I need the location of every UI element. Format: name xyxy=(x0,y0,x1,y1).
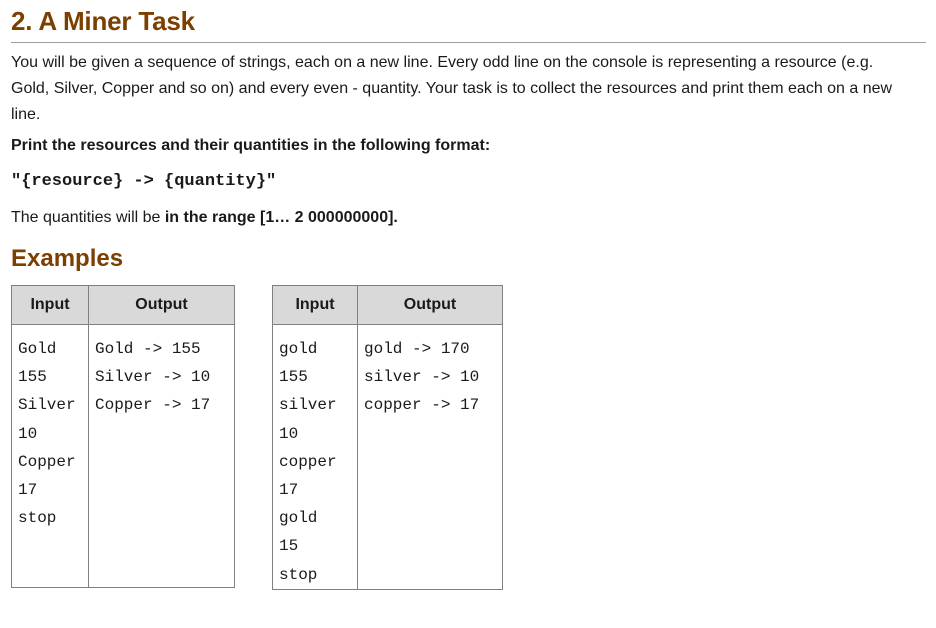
task-description: You will be given a sequence of strings,… xyxy=(11,54,893,123)
format-heading: Print the resources and their quantities… xyxy=(11,137,491,154)
input-line: stop xyxy=(279,565,318,584)
table-row: Gold 155 Silver 10 Copper 17 stop Gold -… xyxy=(11,324,235,588)
output-line: Gold -> 155 xyxy=(95,340,201,358)
output-cell: Gold -> 155 Silver -> 10 Copper -> 17 xyxy=(88,324,235,588)
title-divider xyxy=(11,42,926,43)
input-line: 15 xyxy=(279,537,299,556)
example-table-1: Input Output Gold 155 Silver 10 Copper 1… xyxy=(11,285,235,588)
input-line: copper xyxy=(279,452,337,471)
input-line: stop xyxy=(18,509,57,528)
input-line: gold xyxy=(279,509,318,528)
input-line: 17 xyxy=(18,481,38,500)
output-header: Output xyxy=(88,285,235,325)
input-line: Silver xyxy=(18,396,76,415)
output-cell: gold -> 170 silver -> 10 copper -> 17 xyxy=(357,324,503,590)
input-line: gold xyxy=(279,340,318,358)
output-line: copper -> 17 xyxy=(364,396,480,415)
output-line: Silver -> 10 xyxy=(95,368,211,387)
input-line: silver xyxy=(279,396,337,415)
output-header: Output xyxy=(357,285,503,325)
input-cell: gold 155 silver 10 copper 17 gold 15 sto… xyxy=(272,324,358,590)
input-line: 10 xyxy=(279,424,299,443)
task-title: 2. A Miner Task xyxy=(11,6,195,36)
input-line: 155 xyxy=(18,368,47,387)
input-header: Input xyxy=(272,285,358,325)
input-header: Input xyxy=(11,285,89,325)
input-line: 10 xyxy=(18,424,38,443)
output-line: gold -> 170 xyxy=(364,340,470,358)
output-line: silver -> 10 xyxy=(364,368,480,387)
example-table-2: Input Output gold 155 silver 10 copper 1… xyxy=(272,285,503,590)
format-template: "{resource} -> {quantity}" xyxy=(11,172,277,191)
examples-heading: Examples xyxy=(11,245,124,272)
output-line: Copper -> 17 xyxy=(95,396,211,415)
input-cell: Gold 155 Silver 10 Copper 17 stop xyxy=(11,324,89,588)
input-line: 155 xyxy=(279,368,308,387)
input-line: Gold xyxy=(18,340,57,358)
range-note: The quantities will be in the range [1… … xyxy=(11,209,398,227)
range-note-text: The quantities will be xyxy=(11,209,165,226)
input-line: 17 xyxy=(279,481,299,500)
table-row: gold 155 silver 10 copper 17 gold 15 sto… xyxy=(272,324,503,590)
range-note-bold: in the range [1… 2 000000000]. xyxy=(164,209,398,226)
input-line: Copper xyxy=(18,452,76,471)
